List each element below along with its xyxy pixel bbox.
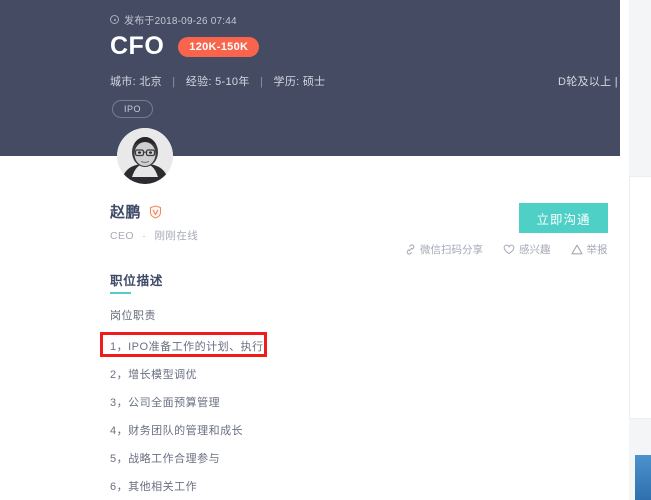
list-item: 4，财务团队的管理和成长	[110, 425, 244, 437]
list-item: 3，公司全面预算管理	[110, 397, 221, 409]
share-wechat-action[interactable]: 微信扫码分享	[405, 242, 483, 257]
list-item: 5，战略工作合理参与	[110, 453, 221, 465]
meta-separator-2: |	[260, 76, 264, 88]
publish-time-text: 发布于2018-09-26 07:44	[124, 16, 237, 27]
warning-triangle-icon	[570, 244, 583, 255]
publish-time-row: 发布于2018-09-26 07:44	[110, 12, 237, 27]
action-links-row: 微信扫码分享 感兴趣 举报	[405, 242, 608, 257]
verified-shield-icon	[149, 204, 162, 219]
job-tag-ipo: IPO	[112, 100, 154, 118]
recruiter-name-row[interactable]: 赵鹏	[110, 201, 162, 222]
salary-badge: 120K-150K	[178, 36, 260, 57]
clock-icon	[110, 15, 119, 24]
avatar[interactable]	[117, 128, 173, 184]
list-item: 2，增长模型调优	[110, 369, 198, 381]
meta-education: 学历: 硕士	[273, 76, 326, 88]
recruiter-name: 赵鹏	[110, 204, 142, 221]
interested-action[interactable]: 感兴趣	[503, 242, 551, 257]
report-action[interactable]: 举报	[570, 242, 608, 257]
list-item: 6，其他相关工作	[110, 481, 198, 493]
meta-city: 城市: 北京	[110, 76, 162, 88]
page-title: CFO	[110, 32, 165, 60]
subsection-title-duties: 岗位职责	[110, 310, 156, 322]
right-rail-gutter	[620, 0, 629, 500]
meta-experience: 经验: 5-10年	[185, 76, 250, 88]
section-title-underline	[110, 292, 131, 294]
job-meta-row: 城市: 北京 | 经验: 5-10年 | 学历: 硕士	[110, 73, 325, 89]
list-item: 1，IPO准备工作的计划、执行	[110, 341, 264, 353]
link-icon	[406, 244, 415, 255]
recruiter-role: CEO	[110, 230, 134, 242]
recruiter-status: 刚刚在线	[154, 230, 199, 242]
meta-separator-1: |	[172, 76, 176, 88]
job-tag-row: IPO	[112, 99, 154, 118]
duty-list: 1，IPO准备工作的计划、执行 2，增长模型调优 3，公司全面预算管理 4，财务…	[110, 333, 530, 500]
chat-now-button[interactable]: 立即沟通	[519, 203, 608, 233]
share-wechat-label: 微信扫码分享	[420, 244, 483, 256]
recruiter-separator: ·	[142, 230, 147, 242]
interested-label: 感兴趣	[519, 244, 551, 256]
section-title-description: 职位描述	[110, 274, 164, 288]
job-detail-page: 发布于2018-09-26 07:44 CFO 120K-150K 城市: 北京…	[0, 0, 651, 500]
right-rail-blue-panel[interactable]	[635, 455, 651, 500]
report-label: 举报	[586, 244, 608, 256]
recruiter-subtitle: CEO · 刚刚在线	[110, 228, 198, 243]
job-hero-banner: 发布于2018-09-26 07:44 CFO 120K-150K 城市: 北京…	[0, 0, 651, 156]
job-title-row: CFO 120K-150K	[110, 32, 260, 61]
right-rail-card[interactable]	[629, 176, 651, 419]
heart-icon	[503, 244, 515, 255]
